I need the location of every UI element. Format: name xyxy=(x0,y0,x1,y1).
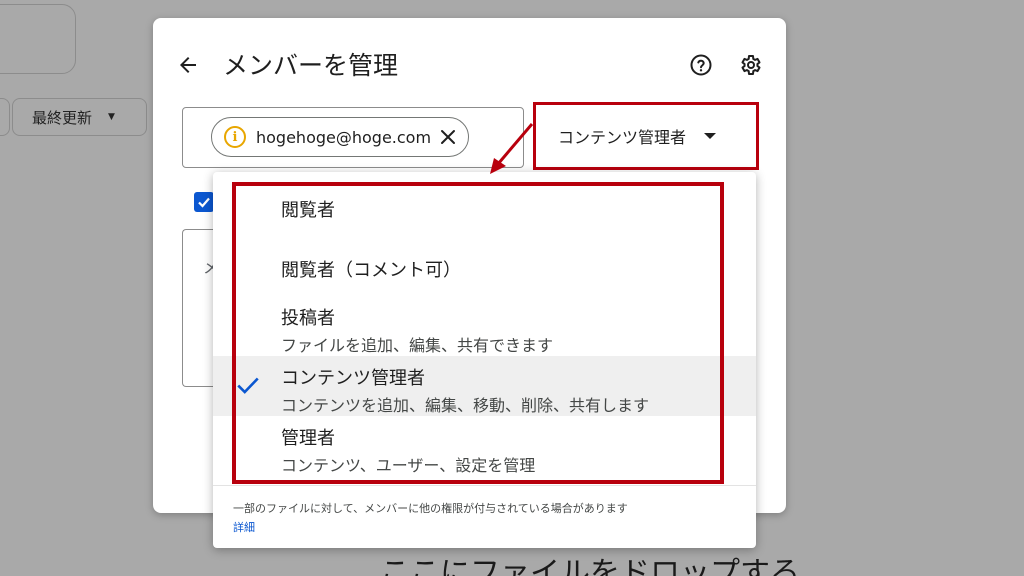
menu-item-viewer[interactable]: 閲覧者 xyxy=(213,182,756,232)
check-icon xyxy=(198,197,210,208)
menu-item-label: 閲覧者 xyxy=(281,200,335,221)
members-input[interactable]: i hogehoge@hoge.com xyxy=(182,107,524,168)
settings-button[interactable] xyxy=(737,52,763,78)
background-card: m xyxy=(0,4,76,74)
menu-item-contributor[interactable]: 投稿者 ファイルを追加、編集、共有できます xyxy=(213,298,756,356)
dropdown-arrow-icon xyxy=(704,133,717,139)
menu-item-content-manager[interactable]: コンテンツ管理者 コンテンツを追加、編集、移動、削除、共有します xyxy=(213,356,756,416)
menu-item-description: ファイルを追加、編集、共有できます xyxy=(281,336,554,355)
checkmark-icon xyxy=(237,377,259,394)
close-icon xyxy=(441,130,455,144)
learn-more-link[interactable]: 詳細 xyxy=(233,519,255,535)
notify-checkbox[interactable] xyxy=(194,192,214,212)
arrow-left-icon xyxy=(180,57,196,73)
help-circle-icon xyxy=(690,54,712,76)
permissions-note: 一部のファイルに対して、メンバーに他の権限が付与されている場合があります xyxy=(233,502,628,515)
info-icon: i xyxy=(224,126,246,148)
menu-item-label: 閲覧者（コメント可） xyxy=(281,260,461,281)
menu-item-label: コンテンツ管理者 xyxy=(281,368,425,389)
caret-down-icon: ▼ xyxy=(108,112,115,122)
menu-footer: 一部のファイルに対して、メンバーに他の権限が付与されている場合があります 詳細 xyxy=(213,485,756,534)
role-select-value: コンテンツ管理者 xyxy=(558,128,687,147)
remove-chip-button[interactable] xyxy=(438,127,458,147)
menu-item-description: コンテンツ、ユーザー、設定を管理 xyxy=(281,456,536,475)
drop-zone-text: ここにファイルをドロップする xyxy=(380,556,800,576)
background-filter-chip xyxy=(0,98,10,136)
menu-item-label: 管理者 xyxy=(281,428,335,449)
menu-item-description: コンテンツを追加、編集、移動、削除、共有します xyxy=(281,396,650,415)
menu-item-commenter[interactable]: 閲覧者（コメント可） xyxy=(213,242,756,292)
help-button[interactable] xyxy=(688,52,714,78)
back-button[interactable] xyxy=(173,50,203,80)
dialog-title: メンバーを管理 xyxy=(223,51,399,80)
annotation-arrow-icon xyxy=(490,123,534,174)
sort-chip: 最終更新 ▼ xyxy=(12,98,147,136)
gear-icon xyxy=(741,55,761,75)
menu-item-label: 投稿者 xyxy=(281,308,335,329)
menu-item-manager[interactable]: 管理者 コンテンツ、ユーザー、設定を管理 xyxy=(213,418,756,478)
role-select[interactable]: コンテンツ管理者 xyxy=(533,102,759,170)
email-chip-text: hogehoge@hoge.com xyxy=(256,127,432,147)
email-chip[interactable]: i hogehoge@hoge.com xyxy=(211,117,469,157)
role-menu: 閲覧者 閲覧者（コメント可） 投稿者 ファイルを追加、編集、共有できます コンテ… xyxy=(213,172,756,548)
sort-chip-label: 最終更新 xyxy=(32,108,93,127)
